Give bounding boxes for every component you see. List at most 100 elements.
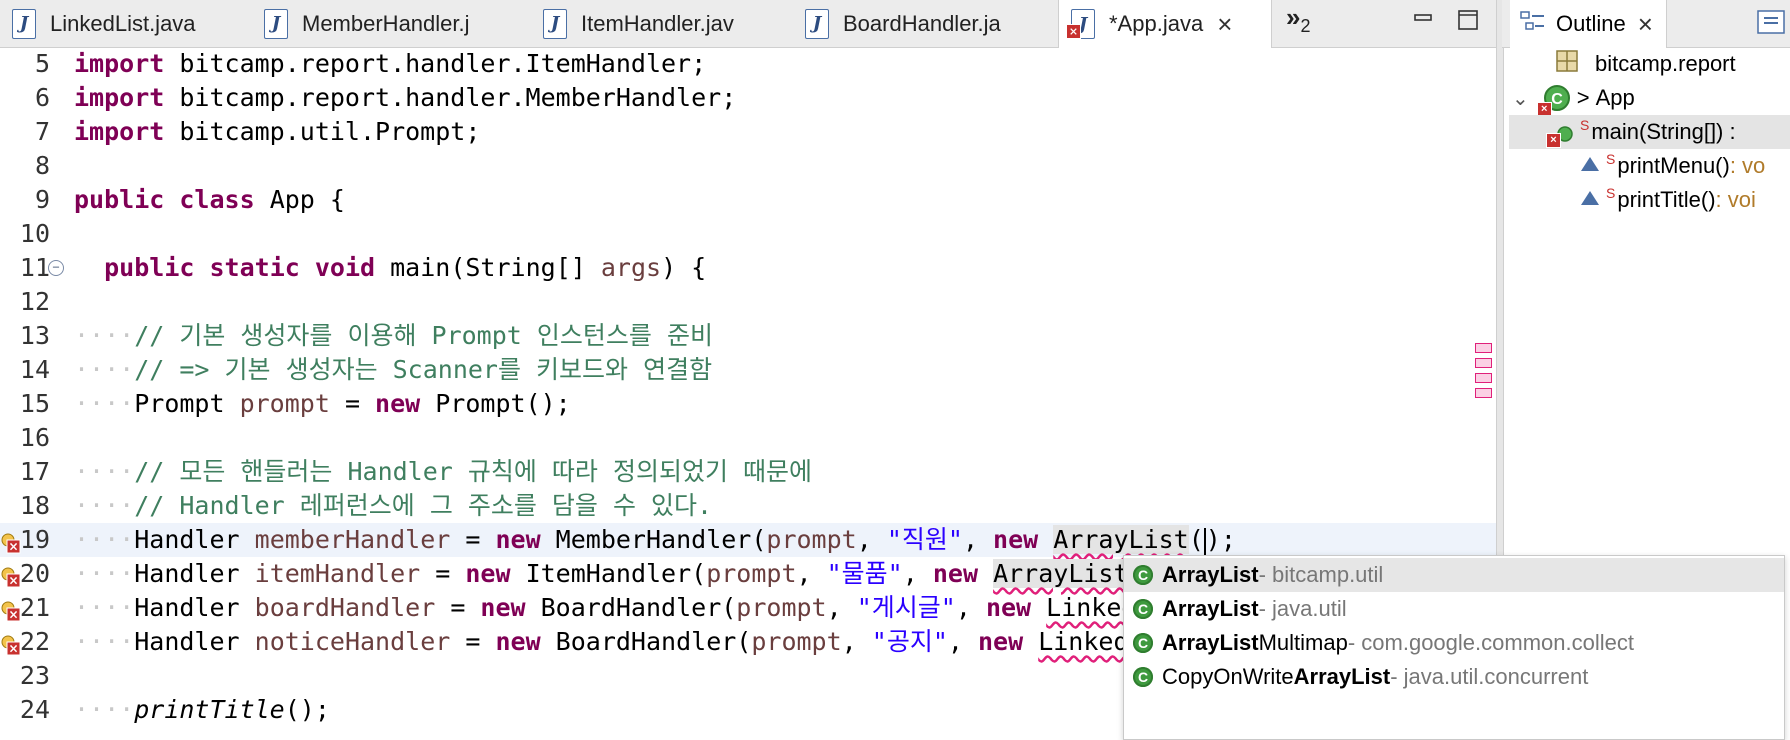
- content-assist-item[interactable]: C ArrayList - java.util: [1124, 592, 1784, 626]
- keyword-token: public: [104, 253, 195, 282]
- outline-member-printtitle[interactable]: S printTitle() : voi: [1580, 183, 1756, 217]
- error-marker-icon[interactable]: ×: [0, 563, 22, 588]
- member-name: printTitle(): [1617, 187, 1716, 212]
- tab-label: ItemHandler.jav: [581, 10, 734, 36]
- code-line[interactable]: 6 import bitcamp.report.handler.MemberHan…: [0, 81, 1496, 115]
- code-line[interactable]: 14 ····// => 기본 생성자는 Scanner를 키보드와 연결함: [0, 353, 1496, 387]
- code-token: Handler: [134, 593, 255, 622]
- code-line[interactable]: 8: [0, 149, 1496, 183]
- code-token: ) {: [661, 253, 707, 282]
- code-text: ····printTitle();: [74, 693, 330, 727]
- tab-memberhandler[interactable]: J MemberHandler.j: [264, 0, 520, 47]
- minimize-icon[interactable]: [1414, 10, 1432, 28]
- java-file-icon: J: [805, 8, 829, 39]
- package-icon: [1555, 49, 1579, 79]
- code-token: (: [1188, 525, 1204, 554]
- content-assist-item[interactable]: C ArrayList - bitcamp.util: [1124, 558, 1784, 592]
- error-marker-icon[interactable]: ×: [0, 631, 22, 656]
- outline-package-item[interactable]: bitcamp.report: [1555, 47, 1736, 81]
- suggestion-name: Multimap: [1258, 630, 1348, 655]
- code-token: App {: [254, 185, 345, 214]
- view-menu-icon[interactable]: [1757, 10, 1785, 39]
- keyword-token: new: [465, 559, 511, 588]
- string-token: "공지": [871, 627, 948, 656]
- method-call-token: printTitle: [134, 695, 285, 724]
- error-badge-icon: ×: [1066, 24, 1081, 39]
- code-text: ····Handler itemHandler = new ItemHandle…: [74, 557, 1189, 591]
- close-icon[interactable]: ×: [1217, 9, 1232, 40]
- suggestion-name: ArrayList: [1162, 630, 1259, 655]
- tab-label: MemberHandler.j: [302, 10, 470, 36]
- code-token: ,: [856, 525, 887, 554]
- comment-token: // 기본 생성자를 이용해 Prompt 인스턴스를 준비: [134, 321, 713, 350]
- code-line[interactable]: 15 ····Prompt prompt = new Prompt();: [0, 387, 1496, 421]
- overview-ruler-error-mark[interactable]: [1475, 343, 1492, 353]
- line-number: 17: [19, 457, 50, 486]
- code-line[interactable]: 5 import bitcamp.report.handler.ItemHandl…: [0, 47, 1496, 81]
- code-line[interactable]: 16: [0, 421, 1496, 455]
- outline-tab-label: Outline: [1556, 11, 1626, 36]
- code-text: ····Handler boardHandler = new BoardHand…: [74, 591, 1182, 625]
- code-token: Handler: [134, 559, 255, 588]
- error-marker-icon[interactable]: ×: [0, 529, 22, 554]
- overview-ruler-error-mark[interactable]: [1475, 373, 1492, 383]
- content-assist-item[interactable]: C ArrayList Multimap - com.google.common.c…: [1124, 626, 1784, 660]
- member-type: : voi: [1715, 187, 1756, 212]
- content-assist-popup: C ArrayList - bitcamp.util C ArrayList - ja…: [1123, 555, 1785, 740]
- maximize-icon[interactable]: [1458, 10, 1478, 30]
- svg-text:×: ×: [8, 642, 18, 656]
- member-name: printMenu(): [1617, 153, 1730, 178]
- code-token: =: [329, 389, 376, 418]
- static-marker: S: [1606, 185, 1616, 201]
- member-type: : vo: [1729, 153, 1766, 178]
- outline-member-printmenu[interactable]: S printMenu() : vo: [1580, 149, 1765, 183]
- code-text: public static void main(String[] args) {: [74, 251, 706, 285]
- code-token: main(String[]: [375, 253, 601, 282]
- suggestion-name: ArrayList: [1293, 664, 1391, 689]
- code-token: Handler: [134, 627, 255, 656]
- code-line[interactable]: 13 ····// 기본 생성자를 이용해 Prompt 인스턴스를 준비: [0, 319, 1496, 353]
- code-token: ,: [841, 627, 872, 656]
- code-line[interactable]: 7 import bitcamp.util.Prompt;: [0, 115, 1496, 149]
- overflow-count: 2: [1300, 16, 1311, 37]
- code-line[interactable]: 9 public class App {: [0, 183, 1496, 217]
- code-line[interactable]: 11− public static void main(String[] arg…: [0, 251, 1496, 285]
- tab-outline[interactable]: Outline ×: [1510, 0, 1667, 48]
- overview-ruler-error-mark[interactable]: [1475, 388, 1492, 398]
- error-token: ArrayList: [993, 559, 1129, 588]
- code-line[interactable]: 12: [0, 285, 1496, 319]
- close-icon[interactable]: ×: [1638, 9, 1653, 40]
- tab-label: LinkedList.java: [50, 10, 196, 36]
- tab-overflow-button[interactable]: »2: [1286, 2, 1310, 37]
- class-icon: C: [1133, 667, 1153, 687]
- tab-app-active[interactable]: J × *App.java ×: [1058, 0, 1272, 48]
- tab-boardhandler[interactable]: J BoardHandler.ja: [805, 0, 1053, 47]
- variable-token: prompt: [736, 593, 827, 622]
- outline-member-main[interactable]: × S main(String[]) :: [1509, 115, 1790, 149]
- code-line[interactable]: 18 ····// Handler 레퍼런스에 그 주소를 담을 수 있다.: [0, 489, 1496, 523]
- chevron-down-icon[interactable]: ⌄: [1512, 86, 1529, 111]
- code-text: ····Prompt prompt = new Prompt();: [74, 387, 571, 421]
- suggestion-qualifier: - com.google.common.collect: [1347, 630, 1634, 655]
- tab-itemhandler[interactable]: J ItemHandler.jav: [543, 0, 797, 47]
- code-token: =: [435, 593, 481, 622]
- fold-collapse-icon[interactable]: −: [48, 260, 64, 276]
- overview-ruler-error-mark[interactable]: [1475, 358, 1492, 368]
- code-line[interactable]: 19 × ····Handler memberHandler = new Membe…: [0, 523, 1496, 557]
- keyword-token: new: [993, 525, 1039, 554]
- code-line[interactable]: 10: [0, 217, 1496, 251]
- code-token: =: [450, 627, 496, 656]
- tab-linkedlist[interactable]: J LinkedList.java: [0, 0, 264, 47]
- code-token: bitcamp.util.Prompt;: [164, 117, 481, 146]
- line-number: 23: [19, 661, 50, 690]
- outline-class-item[interactable]: ⌄ C × > App: [1512, 81, 1635, 117]
- content-assist-item[interactable]: C CopyOnWrite ArrayList - java.util.concur…: [1124, 660, 1784, 694]
- error-marker-icon[interactable]: ×: [0, 597, 22, 622]
- code-line[interactable]: 17 ····// 모든 핸들러는 Handler 규칙에 따라 정의되었기 때문…: [0, 455, 1496, 489]
- line-number: 15: [19, 389, 50, 418]
- keyword-token: void: [314, 253, 376, 282]
- comment-token: // 모든 핸들러는 Handler 규칙에 따라 정의되었기 때문에: [134, 457, 813, 486]
